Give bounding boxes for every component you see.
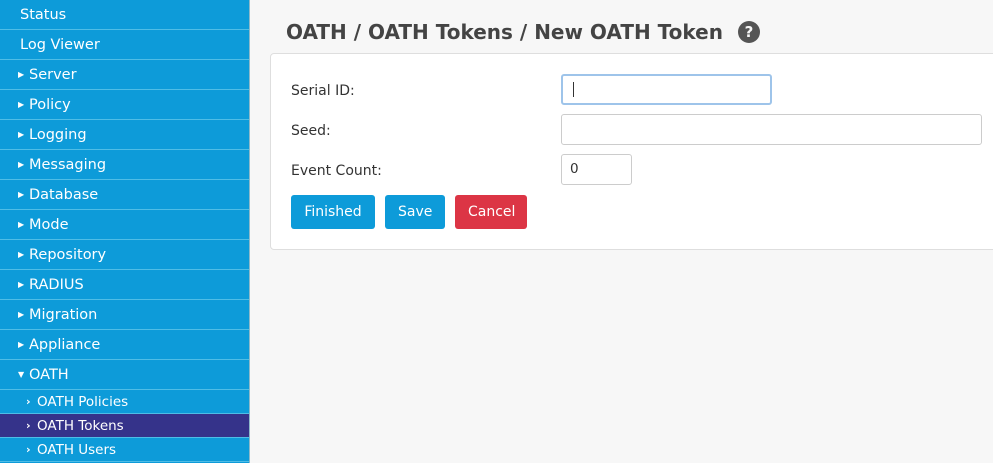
sidebar-item-messaging[interactable]: ▶ Messaging [0, 150, 249, 180]
save-button[interactable]: Save [385, 195, 445, 229]
sidebar-subitem-oath-users[interactable]: › OATH Users [0, 438, 249, 462]
breadcrumb-oath[interactable]: OATH [286, 20, 347, 44]
sidebar-item-label: Mode [29, 216, 69, 233]
sidebar-item-label: Status [20, 6, 67, 23]
sidebar-item-label: Server [29, 66, 77, 83]
sidebar-item-oath[interactable]: ▼ OATH [0, 360, 249, 390]
caret-right-icon: ▶ [18, 309, 25, 319]
sidebar-item-server[interactable]: ▶ Server [0, 60, 249, 90]
sidebar-item-label: Migration [29, 306, 98, 323]
new-token-form-panel: Serial ID: Seed: Event Count: 0 Finished… [270, 53, 993, 250]
event-count-input[interactable]: 0 [561, 154, 632, 185]
seed-label: Seed: [291, 123, 331, 139]
breadcrumb-oath-tokens[interactable]: OATH Tokens [368, 20, 513, 44]
sidebar-subitem-oath-tokens[interactable]: › OATH Tokens [0, 414, 249, 438]
sidebar-item-log-viewer[interactable]: Log Viewer [0, 30, 249, 60]
breadcrumb: OATH / OATH Tokens / New OATH Token ? [286, 20, 760, 44]
seed-input[interactable] [561, 114, 982, 145]
sidebar-item-repository[interactable]: ▶ Repository [0, 240, 249, 270]
sidebar-subitem-label: OATH Users [37, 441, 117, 458]
caret-right-icon: ▶ [18, 69, 25, 79]
cancel-button[interactable]: Cancel [455, 195, 527, 229]
sidebar-item-label: Appliance [29, 336, 101, 353]
caret-right-icon: ▶ [18, 279, 25, 289]
chevron-right-icon: › [26, 443, 31, 456]
sidebar-item-database[interactable]: ▶ Database [0, 180, 249, 210]
sidebar-item-logging[interactable]: ▶ Logging [0, 120, 249, 150]
sidebar-item-label: Database [29, 186, 99, 203]
breadcrumb-separator: / [512, 20, 535, 44]
sidebar-item-label: Messaging [29, 156, 107, 173]
sidebar-item-radius[interactable]: ▶ RADIUS [0, 270, 249, 300]
sidebar-subitem-label: OATH Tokens [37, 417, 124, 434]
caret-right-icon: ▶ [18, 249, 25, 259]
sidebar-subitem-label: OATH Policies [37, 393, 129, 410]
sidebar-item-label: RADIUS [29, 276, 84, 293]
caret-right-icon: ▶ [18, 159, 25, 169]
sidebar-item-migration[interactable]: ▶ Migration [0, 300, 249, 330]
finished-button[interactable]: Finished [291, 195, 375, 229]
breadcrumb-separator: / [346, 20, 369, 44]
caret-right-icon: ▶ [18, 129, 25, 139]
sidebar-item-label: Log Viewer [20, 36, 100, 53]
serial-id-label: Serial ID: [291, 83, 355, 99]
caret-right-icon: ▶ [18, 99, 25, 109]
sidebar-item-policy[interactable]: ▶ Policy [0, 90, 249, 120]
main-content: OATH / OATH Tokens / New OATH Token ? Se… [250, 0, 993, 463]
caret-down-icon: ▼ [18, 369, 25, 379]
sidebar-item-appliance[interactable]: ▶ Appliance [0, 330, 249, 360]
sidebar-item-label: Logging [29, 126, 87, 143]
help-icon[interactable]: ? [737, 21, 760, 43]
sidebar-item-label: Repository [29, 246, 107, 263]
page-title: New OATH Token [534, 20, 723, 44]
sidebar: Status Log Viewer ▶ Server ▶ Policy ▶ Loggi… [0, 0, 250, 463]
sidebar-item-label: Policy [29, 96, 71, 113]
sidebar-item-status[interactable]: Status [0, 0, 249, 30]
event-count-label: Event Count: [291, 163, 382, 179]
caret-right-icon: ▶ [18, 219, 25, 229]
caret-right-icon: ▶ [18, 189, 25, 199]
serial-id-input[interactable] [561, 74, 772, 105]
chevron-right-icon: › [26, 419, 31, 432]
event-count-value: 0 [570, 161, 579, 177]
text-cursor [573, 82, 574, 97]
sidebar-subitem-oath-policies[interactable]: › OATH Policies [0, 390, 249, 414]
caret-right-icon: ▶ [18, 339, 25, 349]
chevron-right-icon: › [26, 395, 31, 408]
sidebar-item-label: OATH [29, 366, 69, 383]
sidebar-item-mode[interactable]: ▶ Mode [0, 210, 249, 240]
